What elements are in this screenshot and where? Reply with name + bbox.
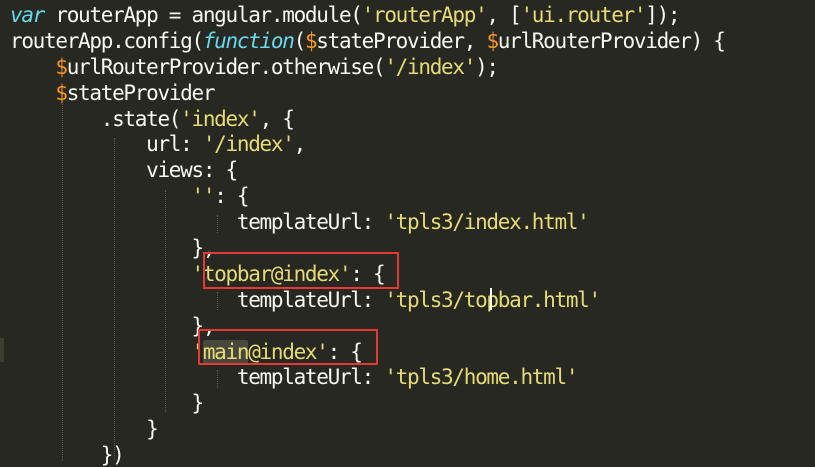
code-line[interactable]: } — [10, 391, 725, 417]
code-token: , — [293, 132, 307, 157]
code-token: $ — [304, 28, 318, 53]
code-token: stateProvider, — [316, 28, 487, 53]
code-token: , { — [259, 106, 295, 131]
code-line[interactable]: templateUrl: 'tpls3/topbar.html' — [10, 288, 725, 314]
code-token: routerApp.config( — [10, 28, 204, 53]
code-token: $ — [486, 28, 499, 53]
annotation-box-main — [198, 329, 378, 365]
code-token: } — [10, 417, 159, 442]
code-token: $ — [55, 80, 68, 105]
code-token: templateUrl: — [10, 210, 385, 235]
code-token: }, — [10, 236, 215, 261]
code-token: 'tpls3/topbar.html' — [384, 287, 601, 312]
code-token: urlRouterProvider) { — [497, 28, 726, 53]
code-token: 'routerApp' — [361, 3, 488, 27]
code-token: 'ui.router' — [520, 3, 646, 27]
code-line[interactable]: $stateProvider — [10, 81, 725, 107]
code-line[interactable]: url: '/index', — [10, 132, 725, 158]
code-token: url: — [10, 132, 203, 157]
code-token: ]); — [645, 3, 680, 27]
code-line[interactable]: $urlRouterProvider.otherwise('/index'); — [10, 55, 725, 81]
current-line-marker — [0, 338, 4, 362]
code-token: views: { — [10, 158, 238, 183]
code-line[interactable]: views: { — [10, 158, 725, 184]
code-token: 'tpls3/index.html' — [384, 210, 589, 235]
code-line[interactable]: var routerApp = angular.module('routerAp… — [10, 3, 725, 29]
code-token: $ — [55, 54, 68, 79]
code-block[interactable]: var routerApp = angular.module('routerAp… — [10, 3, 726, 467]
code-token: : { — [214, 184, 249, 209]
code-token: routerApp = angular.module( — [44, 3, 363, 27]
code-token: function — [202, 28, 295, 53]
code-token: urlRouterProvider.otherwise( — [66, 54, 386, 79]
code-line[interactable]: routerApp.config(function($stateProvider… — [10, 28, 726, 55]
code-token: stateProvider — [66, 80, 216, 105]
code-line[interactable]: }) — [10, 443, 725, 467]
code-line[interactable]: } — [10, 417, 725, 443]
code-line[interactable]: templateUrl: 'tpls3/index.html' — [10, 210, 725, 236]
code-token: var — [10, 3, 45, 27]
code-token: 'index' — [180, 106, 261, 131]
code-token: 'tpls3/home.html' — [384, 365, 578, 390]
code-line[interactable]: .state('index', { — [10, 107, 725, 133]
code-line[interactable]: templateUrl: 'tpls3/home.html' — [10, 365, 725, 391]
code-line[interactable]: '': { — [10, 184, 725, 210]
code-token: templateUrl: — [10, 287, 385, 312]
code-token: ); — [475, 54, 499, 79]
annotation-box-topbar — [203, 252, 399, 289]
code-token: '' — [191, 184, 216, 209]
code-token: '/index' — [202, 132, 295, 157]
code-token: , [ — [486, 3, 521, 27]
code-token: } — [10, 391, 204, 416]
code-token: '/index' — [384, 54, 476, 79]
code-token: templateUrl: — [10, 365, 385, 390]
text-cursor — [490, 288, 492, 310]
code-editor[interactable]: var routerApp = angular.module('routerAp… — [0, 0, 815, 467]
code-token: }, — [10, 313, 215, 338]
code-token: }) — [10, 443, 125, 467]
code-token: .state( — [10, 106, 182, 131]
code-token: ( — [293, 28, 307, 53]
